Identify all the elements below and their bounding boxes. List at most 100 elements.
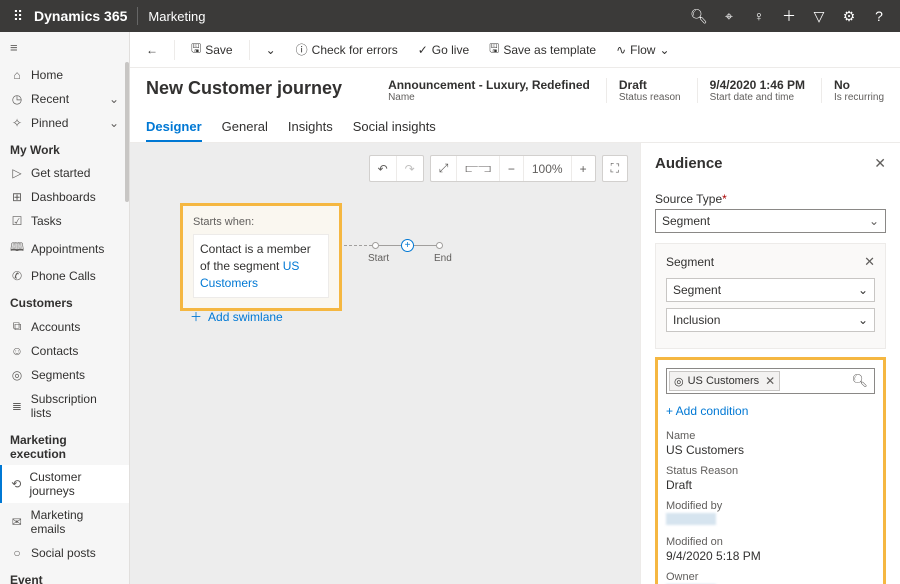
tab-social-insights[interactable]: Social insights — [353, 113, 436, 142]
settings-icon[interactable]: ⚙ — [834, 8, 864, 25]
add-swimlane-button[interactable]: ＋Add swimlane — [190, 308, 283, 325]
chip-remove-icon[interactable]: ✕ — [765, 374, 775, 388]
start-tile-body: Contact is a member of the segment US Cu… — [193, 234, 329, 298]
sidebar-item-tasks[interactable]: ☑ Tasks — [0, 209, 129, 233]
add-step-button[interactable]: + — [401, 239, 414, 252]
segment-label: Segment — [666, 255, 864, 269]
redo-button[interactable]: ↷ — [397, 156, 423, 181]
chevron-down-icon: ⌄ — [266, 43, 276, 57]
check-errors-button[interactable]: ⓘCheck for errors — [288, 37, 406, 62]
modified-on-value: 9/4/2020 5:18 PM — [666, 549, 875, 563]
item-label: Social posts — [31, 546, 96, 560]
item-label: Marketing emails — [31, 508, 119, 536]
segment-type-select[interactable]: Segment⌄ — [666, 278, 875, 302]
item-label: Subscription lists — [31, 392, 119, 420]
zoom-out-button[interactable]: − — [500, 156, 524, 181]
save-template-button[interactable]: 🖫Save as template — [481, 35, 604, 64]
modified-on-label: Modified on — [666, 536, 875, 548]
segment-lookup[interactable]: ◎US Customers✕ 🔍︎ — [666, 368, 875, 394]
segment-group: Segment✕ Segment⌄ Inclusion⌄ — [655, 243, 886, 349]
page-title: New Customer journey — [146, 78, 388, 99]
go-live-button[interactable]: ✓Go live — [410, 39, 477, 61]
tab-designer[interactable]: Designer — [146, 113, 202, 142]
item-icon: ☑ — [10, 214, 24, 228]
divider — [137, 7, 138, 25]
sidebar-group-title: Marketing execution — [0, 425, 129, 465]
sidebar-item-recent[interactable]: ◷Recent⌄ — [0, 87, 129, 111]
sidebar-group-title: Customers — [0, 288, 129, 314]
save-button[interactable]: 🖫Save — [183, 35, 241, 64]
check-icon: ✓ — [418, 43, 428, 57]
add-icon[interactable]: ＋ — [774, 6, 804, 26]
sidebar-item-appointments[interactable]: 🕮 Appointments — [0, 233, 129, 264]
module-label: Marketing — [148, 9, 205, 24]
sidebar-item-phone-calls[interactable]: ✆ Phone Calls — [0, 264, 129, 288]
owner-label: Owner — [666, 571, 875, 583]
lookup-search-icon[interactable]: 🔍︎ — [845, 369, 874, 393]
close-icon[interactable]: ✕ — [874, 155, 886, 172]
lightbulb-icon[interactable]: ♀ — [744, 8, 774, 24]
designer-canvas[interactable]: ↶↷ ⤢⫍⫎−100%+ ⛶ Starts when: Contact is a… — [130, 143, 640, 584]
start-node[interactable] — [372, 242, 379, 249]
zoom-in-button[interactable]: + — [572, 156, 595, 181]
item-icon: ◎ — [10, 368, 24, 382]
sidebar-item-segments[interactable]: ◎Segments — [0, 363, 129, 387]
sidebar-item-dashboards[interactable]: ⊞Dashboards — [0, 185, 129, 209]
save-dropdown[interactable]: ⌄ — [258, 39, 284, 61]
scrollbar[interactable] — [125, 62, 129, 202]
source-type-select[interactable]: Segment⌄ — [655, 209, 886, 233]
flow-button[interactable]: ∿Flow ⌄ — [608, 39, 677, 61]
filter-icon[interactable]: ▽ — [804, 8, 834, 25]
undo-button[interactable]: ↶ — [370, 156, 397, 181]
start-tile[interactable]: Starts when: Contact is a member of the … — [180, 203, 342, 311]
item-icon: 🕮 — [10, 238, 24, 259]
item-label: Accounts — [31, 320, 80, 334]
meta-status-reason: DraftStatus reason — [606, 78, 681, 103]
item-icon: ○ — [10, 546, 24, 560]
app-launcher-icon[interactable]: ⠿ — [6, 8, 30, 25]
source-type-label: Source Type* — [655, 192, 886, 206]
hamburger-icon[interactable]: ≡ — [0, 32, 129, 63]
sidebar-item-marketing-emails[interactable]: ✉ Marketing emails — [0, 503, 129, 541]
sidebar-item-contacts[interactable]: ☺Contacts — [0, 339, 129, 363]
zoom-level[interactable]: 100% — [524, 156, 572, 181]
item-icon: ☺ — [10, 344, 24, 358]
item-label: Tasks — [31, 214, 62, 228]
meta-is-recurring: NoIs recurring — [821, 78, 884, 103]
search-icon[interactable]: 🔍︎ — [684, 8, 714, 25]
item-icon: ⟲ — [10, 477, 22, 491]
help-icon[interactable]: ? — [864, 8, 894, 24]
item-label: Appointments — [31, 242, 104, 256]
chevron-down-icon: ⌄ — [109, 92, 119, 106]
add-condition-button[interactable]: + Add condition — [666, 404, 875, 418]
label: Recent — [31, 92, 69, 106]
sidebar-item-get-started[interactable]: ▷Get started — [0, 161, 129, 185]
back-button[interactable]: ← — [138, 39, 166, 61]
map-button[interactable]: ⫍⫎ — [457, 156, 500, 181]
sidebar-item-customer-journeys[interactable]: ⟲Customer journeys — [0, 465, 129, 503]
chevron-down-icon: ⌄ — [869, 214, 879, 228]
save-icon: 🖫 — [191, 39, 201, 60]
sidebar-item-home[interactable]: ⌂Home — [0, 63, 129, 87]
fullscreen-button[interactable]: ⛶ — [603, 156, 627, 181]
segment-chip[interactable]: ◎US Customers✕ — [669, 371, 780, 391]
chevron-down-icon: ⌄ — [858, 283, 868, 297]
remove-segment-icon[interactable]: ✕ — [864, 254, 875, 270]
sidebar-item-pinned[interactable]: ✧Pinned⌄ — [0, 111, 129, 135]
assistant-icon[interactable]: ⌖ — [714, 8, 744, 25]
audience-panel: Audience ✕ Source Type* Segment⌄ Segment… — [640, 143, 900, 584]
inclusion-select[interactable]: Inclusion⌄ — [666, 308, 875, 332]
tab-insights[interactable]: Insights — [288, 113, 333, 142]
item-icon: ✆ — [10, 269, 24, 283]
end-node[interactable] — [436, 242, 443, 249]
start-tile-header: Starts when: — [193, 216, 329, 228]
expand-button[interactable]: ⤢ — [431, 156, 458, 181]
item-label: Phone Calls — [31, 269, 96, 283]
sidebar-item-social-posts[interactable]: ○ Social posts — [0, 541, 129, 565]
sidebar-item-subscription-lists[interactable]: ≣Subscription lists — [0, 387, 129, 425]
item-icon: ✉ — [10, 515, 24, 529]
sidebar-item-accounts[interactable]: ⧉Accounts — [0, 314, 129, 339]
item-icon: ⊞ — [10, 190, 24, 204]
tab-general[interactable]: General — [222, 113, 268, 142]
info-icon: ⓘ — [296, 41, 308, 58]
